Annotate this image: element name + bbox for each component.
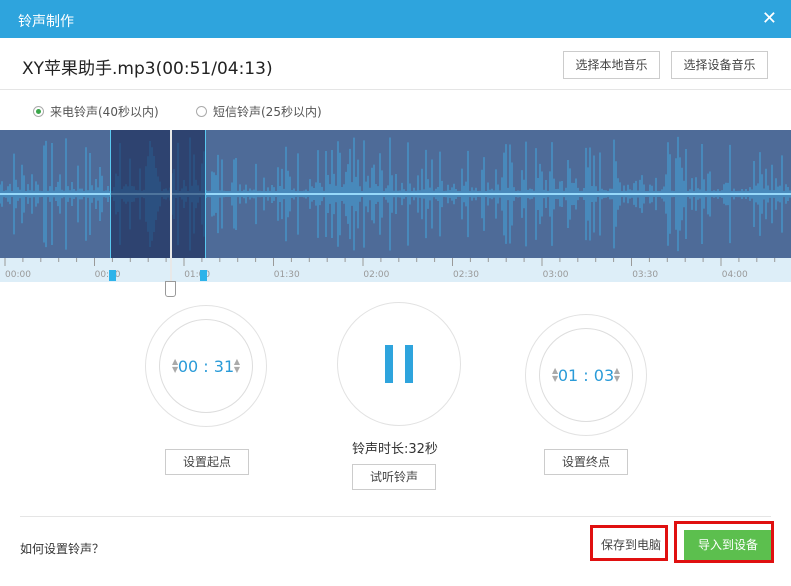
- stepper-arrows-icon[interactable]: ▲ ▼: [552, 367, 558, 383]
- preview-ringtone-button[interactable]: 试听铃声: [352, 464, 436, 490]
- pause-button[interactable]: [337, 302, 461, 426]
- tick-label: 04:00: [721, 270, 748, 280]
- file-title: XY苹果助手.mp3(00:51/04:13): [22, 59, 273, 79]
- tick-label: 03:30: [632, 270, 659, 280]
- start-time-stepper[interactable]: ▲ ▼ 00 : 31 ▲ ▼: [159, 319, 253, 413]
- playhead-line: [170, 130, 172, 282]
- divider: [20, 516, 771, 517]
- end-marker-handle[interactable]: [200, 270, 207, 281]
- radio-label: 来电铃声(40秒以内): [50, 105, 159, 119]
- radio-label: 短信铃声(25秒以内): [213, 105, 322, 119]
- title-bar: 铃声制作 ✕: [0, 0, 791, 38]
- radio-sms-ringtone[interactable]: 短信铃声(25秒以内): [196, 103, 322, 120]
- set-start-button[interactable]: 设置起点: [165, 449, 249, 475]
- choose-device-music-button[interactable]: 选择设备音乐: [671, 51, 768, 79]
- choose-local-music-button[interactable]: 选择本地音乐: [563, 51, 660, 79]
- window-title: 铃声制作: [18, 14, 74, 30]
- stepper-arrows-icon[interactable]: ▲ ▼: [234, 358, 240, 374]
- selection-range[interactable]: [110, 130, 206, 258]
- tick-label: 01:30: [273, 270, 300, 280]
- pause-icon: [385, 345, 413, 383]
- ringtone-duration: 铃声时长:32秒: [352, 442, 438, 457]
- playhead-handle[interactable]: [165, 281, 176, 297]
- tick-label: 00:30: [94, 270, 121, 280]
- divider: [0, 89, 791, 90]
- tick-label: 03:00: [542, 270, 569, 280]
- tick-label: 02:30: [453, 270, 479, 280]
- radio-call-ringtone[interactable]: 来电铃声(40秒以内): [33, 103, 159, 120]
- highlight-box: [590, 525, 668, 561]
- highlight-box: [674, 521, 774, 563]
- start-marker-handle[interactable]: [109, 270, 116, 281]
- tick-marks: [4, 258, 776, 266]
- start-time-ring: ▲ ▼ 00 : 31 ▲ ▼: [145, 305, 267, 427]
- tick-label: 00:00: [5, 270, 31, 280]
- end-time-stepper[interactable]: ▲ ▼ 01 : 03 ▲ ▼: [539, 328, 633, 422]
- close-icon[interactable]: ✕: [762, 8, 777, 29]
- end-time-value[interactable]: 01 : 03: [558, 366, 614, 385]
- tick-label: 02:00: [363, 270, 390, 280]
- stepper-arrows-icon[interactable]: ▲ ▼: [172, 358, 178, 374]
- radio-unselected-icon: [196, 106, 207, 117]
- stepper-arrows-icon[interactable]: ▲ ▼: [614, 367, 620, 383]
- radio-selected-icon: [33, 106, 44, 117]
- start-time-value[interactable]: 00 : 31: [178, 357, 234, 376]
- set-end-button[interactable]: 设置终点: [544, 449, 628, 475]
- help-link[interactable]: 如何设置铃声？: [20, 540, 104, 557]
- end-time-ring: ▲ ▼ 01 : 03 ▲ ▼: [525, 314, 647, 436]
